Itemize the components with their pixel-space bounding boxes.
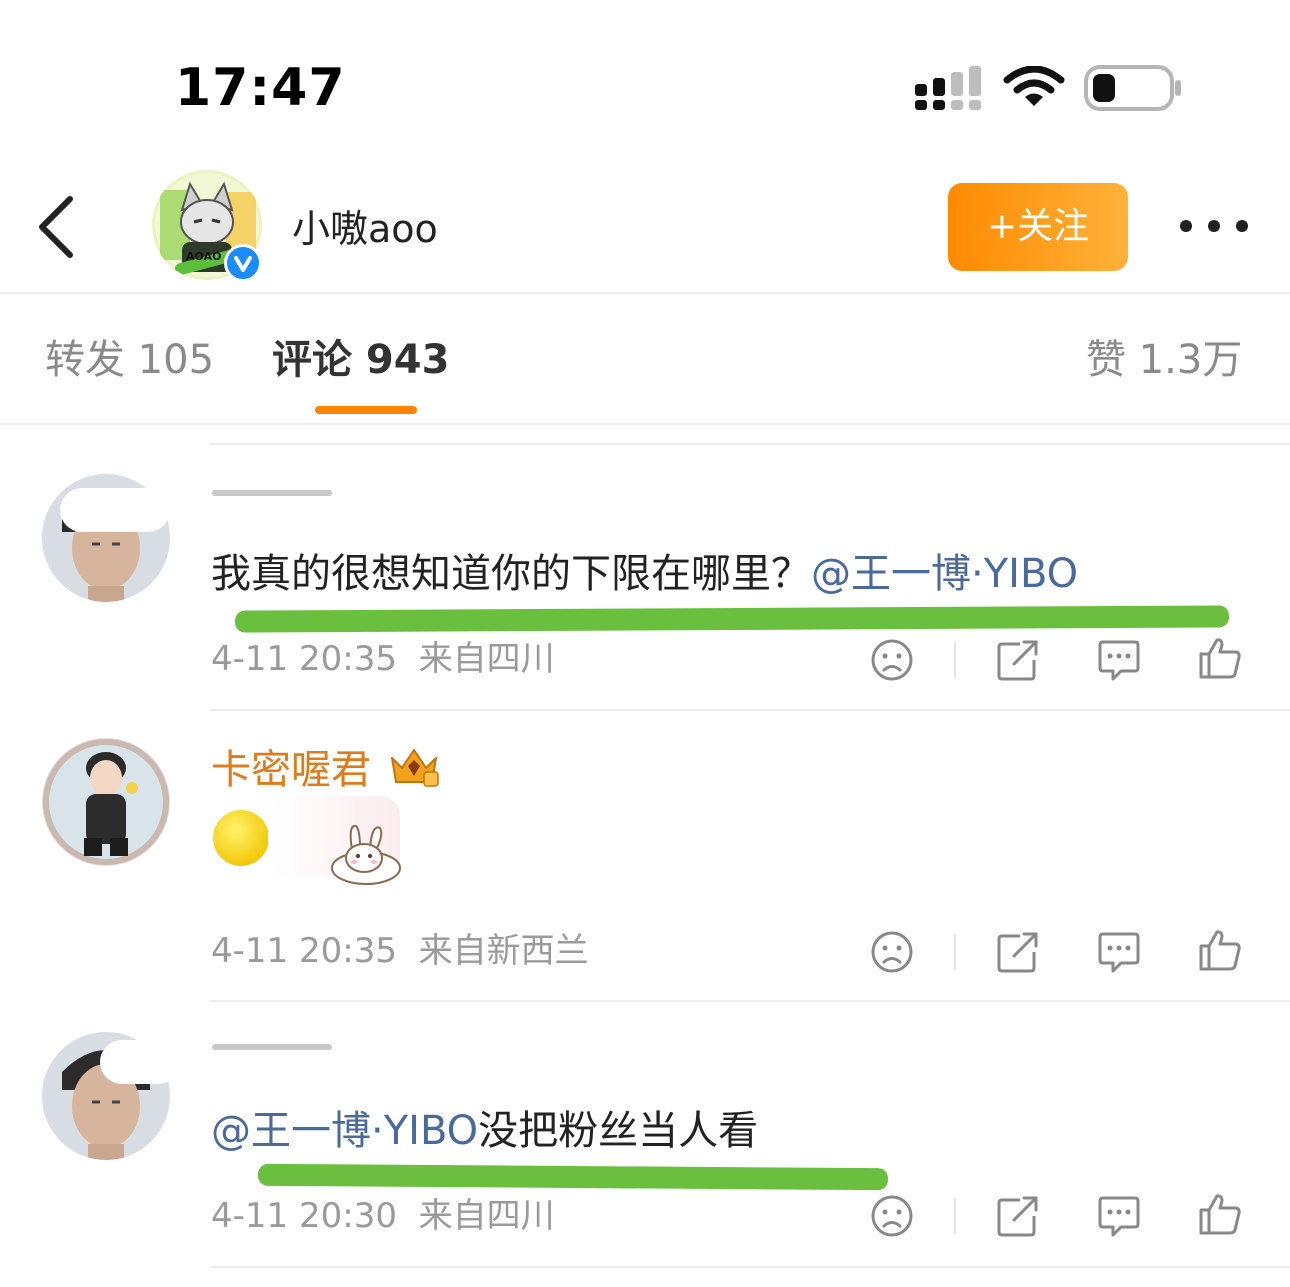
name-redaction xyxy=(60,488,170,532)
action-divider xyxy=(954,1198,956,1234)
thumbs-up-icon[interactable] xyxy=(1198,1192,1242,1236)
comment-separator xyxy=(210,1266,1290,1268)
commenter-username[interactable]: 卡密喔君 xyxy=(211,742,371,798)
active-tab-indicator xyxy=(315,406,417,414)
header-divider xyxy=(0,292,1290,294)
wifi-icon xyxy=(1003,66,1065,106)
status-time: 17:47 xyxy=(175,58,346,118)
tab-repost[interactable]: 转发 105 xyxy=(45,332,214,388)
blurred-username xyxy=(212,1044,332,1050)
author-username[interactable]: 小嗷aoo xyxy=(292,204,438,254)
comment-meta: 4-11 20:35 来自四川 xyxy=(211,639,555,679)
name-redaction xyxy=(100,1040,180,1084)
comment-meta: 4-11 20:30 来自四川 xyxy=(211,1196,555,1236)
share-icon[interactable] xyxy=(996,930,1040,974)
more-options-icon[interactable] xyxy=(1176,206,1252,246)
share-icon[interactable] xyxy=(996,1194,1040,1238)
bunny-sticker-icon xyxy=(331,824,401,885)
share-icon[interactable] xyxy=(996,638,1040,682)
comment-separator xyxy=(210,1000,1290,1002)
sad-face-icon[interactable] xyxy=(870,930,914,974)
comment-meta: 4-11 20:35 来自新西兰 xyxy=(211,931,589,971)
comment-separator xyxy=(210,443,1290,445)
comment-icon[interactable] xyxy=(1097,930,1141,974)
comment-icon[interactable] xyxy=(1097,1194,1141,1238)
tab-comment[interactable]: 评论 943 xyxy=(272,332,449,388)
sad-face-icon[interactable] xyxy=(870,638,914,682)
tabs-divider xyxy=(0,423,1290,425)
commenter-avatar[interactable] xyxy=(42,738,170,866)
green-highlight-stroke xyxy=(257,1163,889,1191)
signal-strength-icon xyxy=(915,66,981,110)
action-divider xyxy=(954,934,956,970)
yellow-circle-emoji-icon xyxy=(213,810,269,866)
blurred-username xyxy=(212,490,332,496)
comment-text: 我真的很想知道你的下限在哪里？@王一博·YIBO xyxy=(211,551,1079,597)
comment-icon[interactable] xyxy=(1097,638,1141,682)
thumbs-up-icon[interactable] xyxy=(1198,636,1242,680)
action-divider xyxy=(954,642,956,678)
battery-icon xyxy=(1084,65,1181,111)
crown-badge-icon xyxy=(391,749,439,787)
tab-like[interactable]: 赞 1.3万 xyxy=(1086,332,1242,388)
green-highlight-stroke xyxy=(234,605,1230,633)
sad-face-icon[interactable] xyxy=(870,1194,914,1238)
verified-icon xyxy=(224,244,262,282)
thumbs-up-icon[interactable] xyxy=(1198,928,1242,972)
comment-separator xyxy=(210,709,1290,711)
mention-link[interactable]: @王一博·YIBO xyxy=(211,1108,478,1154)
comment-text: @王一博·YIBO没把粉丝当人看 xyxy=(211,1108,759,1154)
back-icon[interactable] xyxy=(34,195,78,259)
mention-link[interactable]: @王一博·YIBO xyxy=(811,551,1078,597)
avatar-badge-text: AOAO xyxy=(186,250,222,263)
follow-button[interactable]: +关注 xyxy=(948,183,1128,271)
